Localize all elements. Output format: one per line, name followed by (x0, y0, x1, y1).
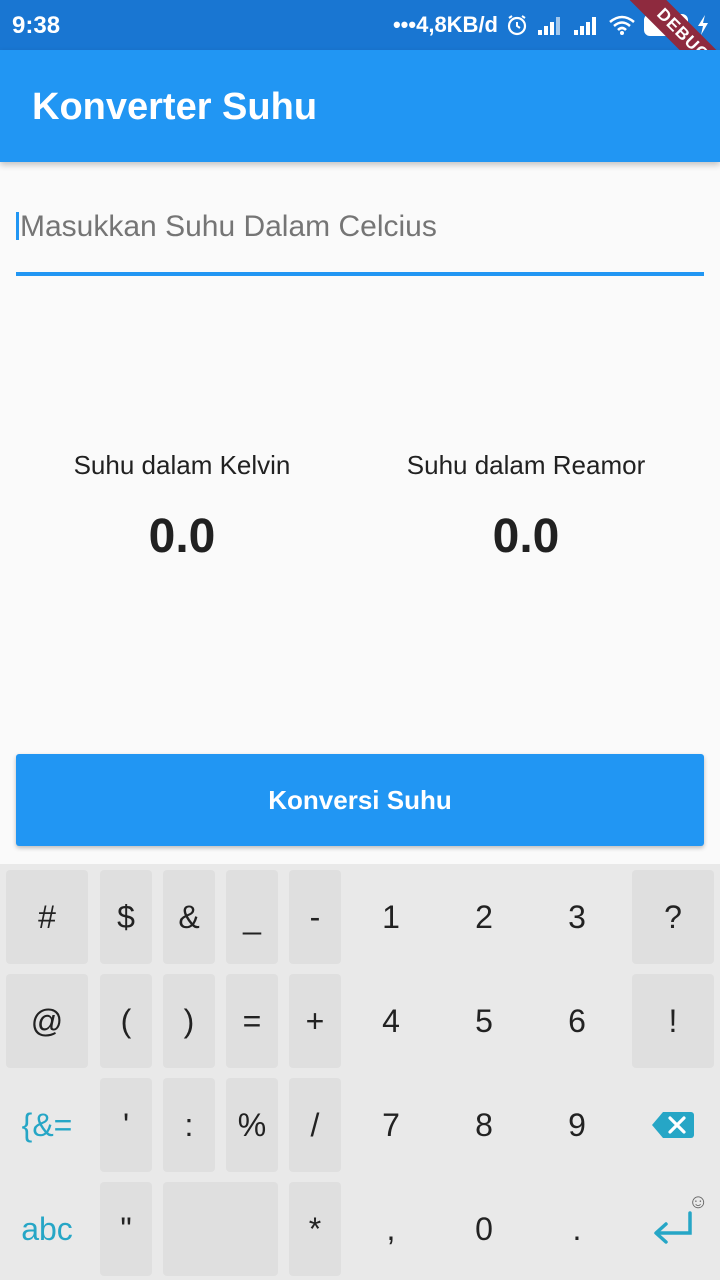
key-ampersand[interactable]: & (163, 870, 215, 964)
reamur-result: Suhu dalam Reamor 0.0 (346, 450, 706, 564)
convert-button[interactable]: Konversi Suhu (16, 754, 704, 846)
key-1[interactable]: 1 (345, 870, 437, 964)
network-speed: •••4,8KB/d (392, 12, 498, 37)
keyboard: # $ & _ - 1 2 3 ? @ ( ) = + 4 5 6 ! {&= … (0, 864, 720, 1280)
key-slash[interactable]: / (289, 1078, 341, 1172)
key-quote[interactable]: " (100, 1182, 152, 1276)
key-symbols-toggle[interactable]: {&= (6, 1078, 88, 1172)
key-9[interactable]: 9 (531, 1078, 623, 1172)
signal-icon-2 (572, 14, 600, 36)
key-period[interactable]: . (531, 1182, 623, 1276)
key-3[interactable]: 3 (531, 870, 623, 964)
backspace-icon[interactable] (632, 1078, 714, 1172)
text-cursor (16, 212, 19, 240)
reamur-label: Suhu dalam Reamor (406, 450, 646, 480)
key-8[interactable]: 8 (438, 1078, 530, 1172)
kelvin-label: Suhu dalam Kelvin (73, 450, 291, 480)
reamur-value: 0.0 (492, 510, 560, 563)
celsius-input[interactable] (20, 202, 700, 252)
wifi-icon (608, 14, 636, 36)
kelvin-value: 0.0 (148, 510, 216, 563)
key-question[interactable]: ? (632, 870, 714, 964)
app-title: Konverter Suhu (32, 86, 318, 128)
key-percent[interactable]: % (226, 1078, 278, 1172)
key-paren-open[interactable]: ( (100, 974, 152, 1068)
key-paren-close[interactable]: ) (163, 974, 215, 1068)
input-underline (16, 272, 704, 276)
key-0[interactable]: 0 (438, 1182, 530, 1276)
key-at[interactable]: @ (6, 974, 88, 1068)
signal-icon (536, 14, 564, 36)
emoji-icon: ☺ (688, 1191, 709, 1213)
key-4[interactable]: 4 (345, 974, 437, 1068)
key-colon[interactable]: : (163, 1078, 215, 1172)
key-6[interactable]: 6 (531, 974, 623, 1068)
celsius-input-container[interactable] (16, 196, 704, 276)
kelvin-result: Suhu dalam Kelvin 0.0 (2, 450, 362, 564)
key-space[interactable] (163, 1182, 278, 1276)
key-abc-toggle[interactable]: abc (6, 1182, 88, 1276)
status-bar: 9:38 •••4,8KB/d 43 DEBUG (0, 0, 720, 98)
key-equals[interactable]: = (226, 974, 278, 1068)
key-apostrophe[interactable]: ' (100, 1078, 152, 1172)
app-bar: Konverter Suhu (0, 50, 720, 162)
key-exclamation[interactable]: ! (632, 974, 714, 1068)
key-minus[interactable]: - (289, 870, 341, 964)
key-7[interactable]: 7 (345, 1078, 437, 1172)
key-comma[interactable]: , (345, 1182, 437, 1276)
key-plus[interactable]: + (289, 974, 341, 1068)
key-dollar[interactable]: $ (100, 870, 152, 964)
key-2[interactable]: 2 (438, 870, 530, 964)
key-hash[interactable]: # (6, 870, 88, 964)
status-time: 9:38 (12, 12, 61, 39)
key-5[interactable]: 5 (438, 974, 530, 1068)
key-underscore[interactable]: _ (226, 870, 278, 964)
alarm-icon (506, 14, 528, 36)
key-asterisk[interactable]: * (289, 1182, 341, 1276)
